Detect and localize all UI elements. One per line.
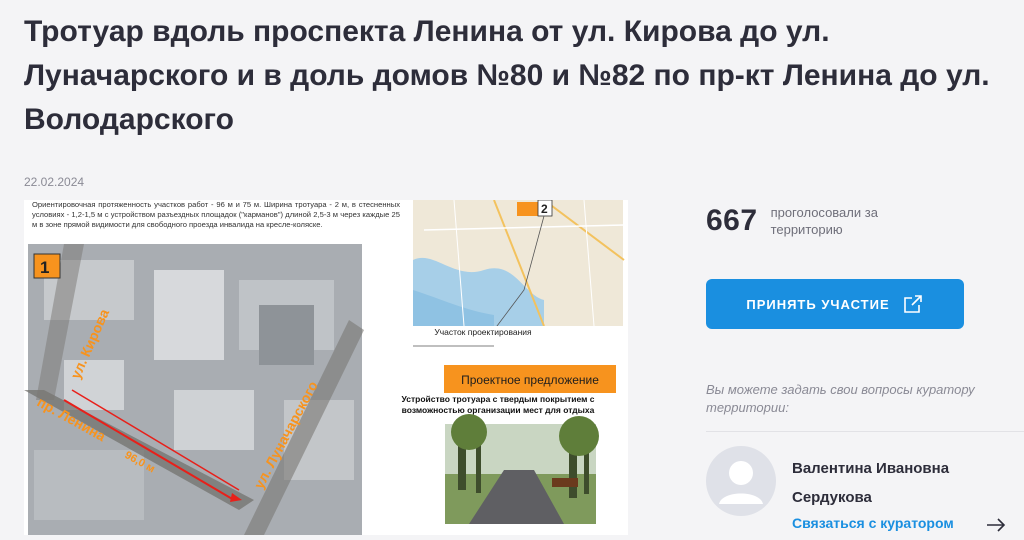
marker-2: 2: [541, 202, 548, 216]
arrow-right-icon[interactable]: [985, 515, 1007, 540]
publish-date: 22.02.2024: [24, 175, 85, 189]
description-text: Ориентировочная протяженность участков р…: [32, 200, 400, 229]
map-caption: Участок проектирования: [434, 327, 532, 337]
vote-label: проголосовали за территорию: [770, 205, 878, 237]
project-image[interactable]: Ориентировочная протяженность участков р…: [24, 200, 628, 535]
contact-curator-link[interactable]: Связаться с куратором: [792, 515, 954, 531]
proposal-heading: Проектное предложение: [461, 373, 599, 387]
vote-count: 667: [706, 204, 758, 237]
vote-stats: 667 проголосовали за территорию: [706, 204, 891, 238]
external-link-icon: [902, 293, 924, 315]
marker-1: 1: [40, 258, 49, 277]
park-photo: [445, 414, 599, 524]
page-title: Тротуар вдоль проспекта Ленина от ул. Ки…: [24, 15, 990, 136]
divider: [706, 431, 1024, 432]
user-avatar-icon: [706, 446, 776, 516]
participate-button-label: ПРИНЯТЬ УЧАСТИЕ: [746, 296, 890, 312]
proposal-text: Устройство тротуара с твердым покрытием …: [401, 394, 595, 415]
participate-button[interactable]: ПРИНЯТЬ УЧАСТИЕ: [706, 279, 964, 329]
location-map: [413, 200, 625, 327]
curator-name: Валентина Ивановна Сердукова: [792, 460, 950, 506]
curator-note: Вы можете задать свои вопросы куратору т…: [706, 382, 975, 415]
